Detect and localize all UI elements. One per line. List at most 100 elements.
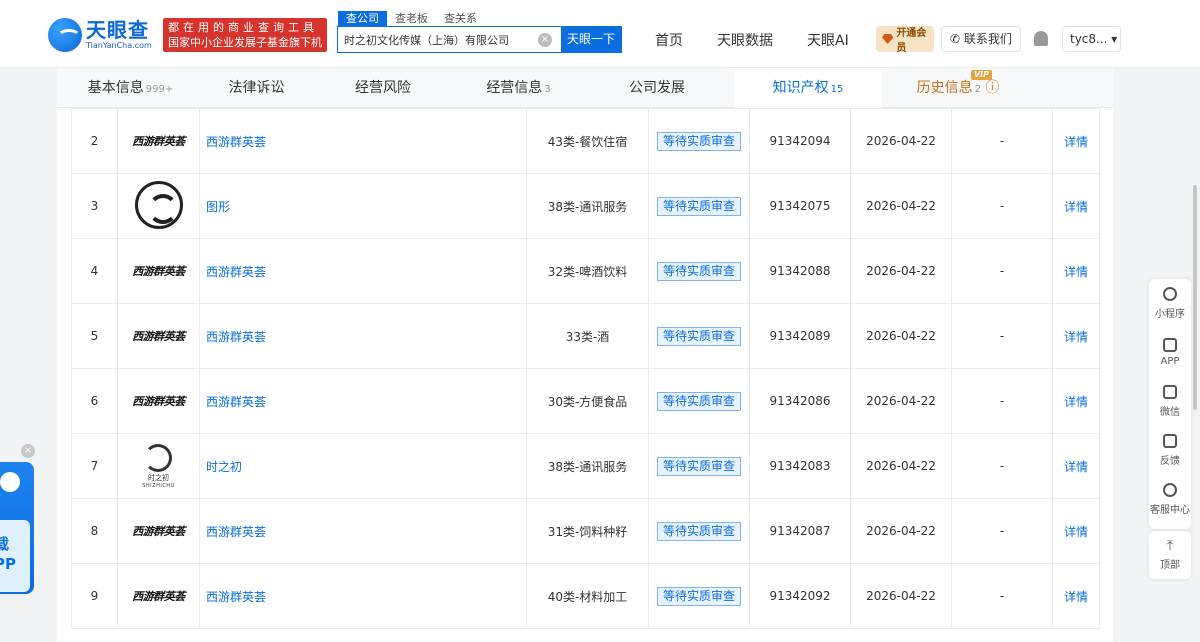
table-row: 4 西游群英荟 西游群英荟 32类-啤酒饮料 等待实质审查 91342088 2026-04… <box>71 238 1100 304</box>
detail-link[interactable]: 详情 <box>1052 108 1100 174</box>
trademark-name-link[interactable]: 西游群英荟 <box>199 498 527 564</box>
customer-service-button[interactable]: 客服中心 <box>1149 475 1191 524</box>
trademark-logo-cell: 西游群英荟 <box>117 108 200 174</box>
slogan-badge: 都在用的商业查询工具 国家中小企业发展子基金旗下机构 <box>163 18 327 64</box>
trademark-name-link[interactable]: 西游群英荟 <box>199 303 527 369</box>
row-index: 6 <box>71 368 118 434</box>
search-input[interactable] <box>338 27 538 52</box>
empty-field: - <box>951 498 1053 564</box>
trademark-name-link[interactable]: 时之初 <box>199 433 527 499</box>
registration-number: 91342088 <box>749 238 851 304</box>
registration-number: 91342087 <box>749 498 851 564</box>
table-row: 7 时之初 SHIZHICHU 时之初 38类-通讯服务 等待实质审查 91342083 20… <box>71 433 1100 499</box>
phone-icon <box>1163 338 1177 352</box>
application-date: 2026-04-22 <box>850 368 952 434</box>
table-row: 3 图形 38类-通讯服务 等待实质审查 91342075 2026-04-22- 详情 <box>71 173 1100 239</box>
contact-button[interactable]: ✆ 联系我们 <box>941 26 1021 52</box>
trademark-image[interactable]: 西游群英荟 <box>132 395 185 408</box>
trademark-image[interactable]: 西游群英荟 <box>132 135 185 148</box>
edit-icon <box>1163 434 1177 448</box>
tab-ip[interactable]: 知识产权 15 <box>734 68 882 108</box>
trademark-list: 2 西游群英荟 西游群英荟 43类-餐饮住宿 等待实质审查 91342094 2026-04… <box>57 108 1113 642</box>
row-index: 7 <box>71 433 118 499</box>
trademark-logo-cell: 西游群英荟 <box>117 368 200 434</box>
nav-data[interactable]: 天眼数据 <box>717 30 773 50</box>
trademark-image[interactable]: 时之初 SHIZHICHU <box>142 443 174 489</box>
nav-home[interactable]: 首页 <box>655 30 683 50</box>
application-date: 2026-04-22 <box>850 433 952 499</box>
logo-name: 天眼查 <box>86 18 149 42</box>
clear-icon[interactable]: × <box>538 33 552 47</box>
vip-tag: VIP <box>970 70 992 80</box>
tab-legal[interactable]: 法律诉讼 <box>204 68 309 108</box>
close-icon[interactable]: × <box>21 444 35 458</box>
trademark-logo-cell: 西游群英荟 <box>117 498 200 564</box>
search-tab-boss[interactable]: 查老板 <box>387 11 436 26</box>
trademark-class: 43类-餐饮住宿 <box>526 108 649 174</box>
trademark-class: 38类-通讯服务 <box>526 173 649 239</box>
user-menu[interactable]: tyc8... ▾ <box>1062 26 1121 52</box>
feedback-button[interactable]: 反馈 <box>1149 426 1191 475</box>
trademark-image[interactable]: 西游群英荟 <box>132 330 185 343</box>
app-button[interactable]: APP <box>1149 328 1191 377</box>
qrcode-icon <box>1163 385 1177 399</box>
detail-link[interactable]: 详情 <box>1052 433 1100 499</box>
vip-button[interactable]: 开通会员 <box>876 26 934 54</box>
trademark-image[interactable]: 西游群英荟 <box>132 590 185 603</box>
registration-number: 91342092 <box>749 563 851 629</box>
eye-logo-icon <box>48 18 82 52</box>
mini-program-button[interactable]: 小程序 <box>1149 279 1191 328</box>
tab-history[interactable]: 历史信息 2 ⓘ VIP <box>882 68 1034 108</box>
empty-field: - <box>951 368 1053 434</box>
trademark-name-link[interactable]: 西游群英荟 <box>199 368 527 434</box>
detail-link[interactable]: 详情 <box>1052 368 1100 434</box>
trademark-image[interactable]: 西游群英荟 <box>132 525 185 538</box>
tab-basic-info[interactable]: 基本信息 999+ <box>57 68 204 108</box>
trademark-name-link[interactable]: 西游群英荟 <box>199 563 527 629</box>
application-date: 2026-04-22 <box>850 173 952 239</box>
status-badge: 等待实质审查 <box>656 326 741 346</box>
trademark-logo-cell: 西游群英荟 <box>117 563 200 629</box>
application-date: 2026-04-22 <box>850 303 952 369</box>
detail-link[interactable]: 详情 <box>1052 238 1100 304</box>
detail-link[interactable]: 详情 <box>1052 303 1100 369</box>
search-button[interactable]: 天眼一下 <box>561 27 621 52</box>
trademark-class: 30类-方便食品 <box>526 368 649 434</box>
row-index: 9 <box>71 563 118 629</box>
registration-number: 91342075 <box>749 173 851 239</box>
trademark-name-link[interactable]: 西游群英荟 <box>199 238 527 304</box>
mini-program-icon <box>1163 287 1177 301</box>
status-badge: 等待实质审查 <box>656 586 741 606</box>
arrow-up-icon: ⤒ <box>1166 538 1174 554</box>
detail-link[interactable]: 详情 <box>1052 563 1100 629</box>
search-tab-company[interactable]: 查公司 <box>338 11 387 26</box>
trademark-image[interactable]: 西游群英荟 <box>132 265 185 278</box>
empty-field: - <box>951 433 1053 499</box>
table-row: 2 西游群英荟 西游群英荟 43类-餐饮住宿 等待实质审查 91342094 2026-04… <box>71 108 1100 174</box>
empty-field: - <box>951 238 1053 304</box>
search-tab-relation[interactable]: 查关系 <box>436 11 485 26</box>
back-to-top-button[interactable]: ⤒ 顶部 <box>1149 531 1191 579</box>
search-type-tabs: 查公司 查老板 查关系 <box>338 11 485 26</box>
detail-link[interactable]: 详情 <box>1052 173 1100 239</box>
site-logo[interactable]: 天眼查 TianYanCha.com <box>48 18 152 52</box>
scrollbar-thumb[interactable] <box>1193 185 1197 410</box>
search-box: × 天眼一下 <box>337 26 622 53</box>
tab-development[interactable]: 公司发展 <box>580 68 734 108</box>
trademark-class: 38类-通讯服务 <box>526 433 649 499</box>
trademark-name-link[interactable]: 西游群英荟 <box>199 108 527 174</box>
registration-number: 91342083 <box>749 433 851 499</box>
detail-link[interactable]: 详情 <box>1052 498 1100 564</box>
trademark-name-link[interactable]: 图形 <box>199 173 527 239</box>
trademark-graphic-icon[interactable] <box>134 180 183 229</box>
nav-ai[interactable]: 天眼AI <box>807 30 849 50</box>
app-download-banner[interactable]: 载 PP <box>0 462 34 594</box>
tab-business[interactable]: 经营信息 3 <box>457 68 580 108</box>
wechat-button[interactable]: 微信 <box>1149 377 1191 426</box>
trademark-class: 31类-饲料种籽 <box>526 498 649 564</box>
tab-risk[interactable]: 经营风险 <box>309 68 457 108</box>
table-row: 5 西游群英荟 西游群英荟 33类-酒 等待实质审查 91342089 2026-04-22… <box>71 303 1100 369</box>
trademark-class: 40类-材料加工 <box>526 563 649 629</box>
app-logo-icon <box>0 472 20 492</box>
bell-icon[interactable] <box>1034 31 1048 46</box>
